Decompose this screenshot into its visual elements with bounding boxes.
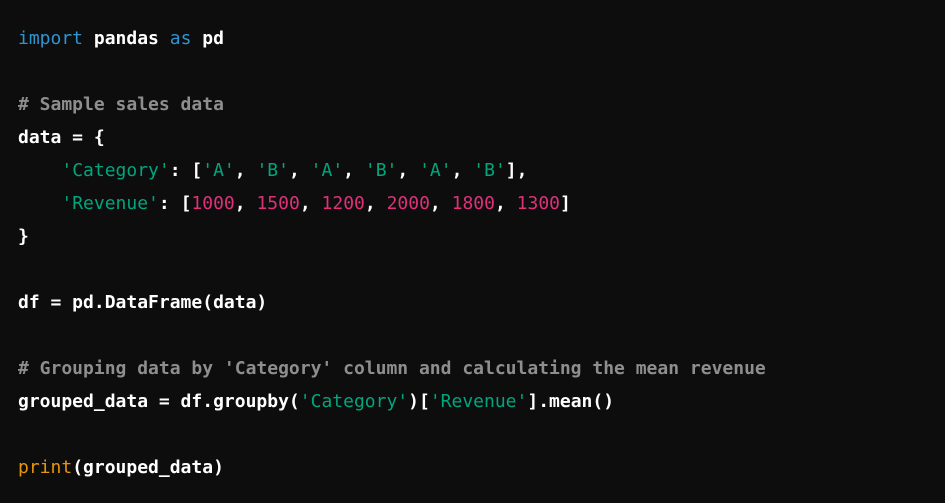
code-content: import pandas as pd # Sample sales data da… bbox=[18, 22, 945, 484]
string-key: 'Category' bbox=[61, 160, 170, 181]
code-line-11: # Grouping data by 'Category' column and… bbox=[18, 352, 945, 385]
code-block: import pandas as pd # Sample sales data da… bbox=[0, 0, 945, 503]
code-line-4: data = { bbox=[18, 127, 105, 148]
code-line-3: # Sample sales data bbox=[18, 88, 945, 121]
keyword-import: import bbox=[18, 28, 84, 49]
string-value: 'A' bbox=[310, 160, 344, 181]
string-value: 'A' bbox=[419, 160, 452, 181]
comment: # Sample sales data bbox=[18, 94, 224, 115]
number-value: 1500 bbox=[256, 193, 300, 214]
string-value: 'B' bbox=[473, 160, 506, 181]
code-line-12: grouped_data = df.groupby('Category')['R… bbox=[18, 391, 615, 412]
number-value: 1800 bbox=[451, 193, 495, 214]
code-line-7: } bbox=[18, 226, 29, 247]
number-value: 2000 bbox=[386, 193, 430, 214]
keyword-as: as bbox=[169, 28, 192, 49]
code-line-5: 'Category': ['A', 'B', 'A', 'B', 'A', 'B… bbox=[61, 160, 528, 181]
string-value: 'B' bbox=[256, 160, 289, 181]
string-value: 'B' bbox=[364, 160, 398, 181]
number-value: 1300 bbox=[516, 193, 561, 214]
number-value: 1200 bbox=[321, 193, 365, 214]
string-value: 'Revenue' bbox=[429, 391, 528, 412]
code-line-6: 'Revenue': [1000, 1500, 1200, 2000, 1800… bbox=[61, 193, 571, 214]
string-value: 'Category' bbox=[299, 391, 409, 412]
builtin-print: print bbox=[18, 457, 73, 478]
code-line-1: import pandas as pd bbox=[18, 28, 224, 49]
code-line-9: df = pd.DataFrame(data) bbox=[18, 292, 268, 313]
number-value: 1000 bbox=[191, 193, 235, 214]
string-key: 'Revenue' bbox=[61, 193, 159, 214]
string-value: 'A' bbox=[202, 160, 235, 181]
code-line-14: print(grouped_data) bbox=[18, 457, 224, 478]
comment: # Grouping data by 'Category' column and… bbox=[18, 358, 766, 379]
